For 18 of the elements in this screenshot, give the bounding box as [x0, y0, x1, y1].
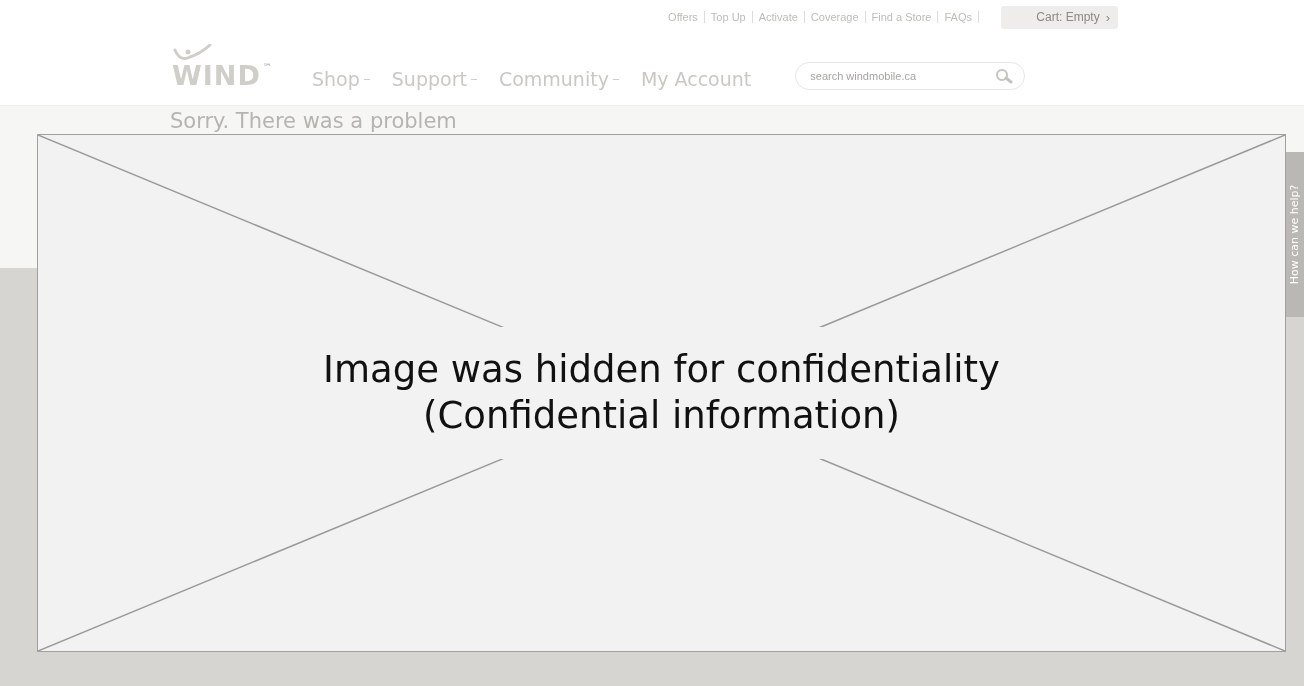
- top-link[interactable]: Activate: [752, 11, 805, 23]
- top-link[interactable]: Top Up: [704, 11, 753, 23]
- trademark-mark: ™: [262, 62, 272, 72]
- redaction-message: (Confidential information): [423, 393, 900, 439]
- nav-item[interactable]: Community: [498, 68, 619, 90]
- page-heading: Sorry. There was a problem: [170, 108, 458, 134]
- top-link[interactable]: Offers: [662, 11, 705, 23]
- redaction-message: Image was hidden for confidentiality: [323, 347, 1000, 393]
- top-link[interactable]: Coverage: [804, 11, 866, 23]
- top-link[interactable]: FAQs: [938, 11, 979, 23]
- nav-item[interactable]: My Account: [640, 68, 752, 90]
- nav-item[interactable]: Shop: [312, 68, 370, 90]
- top-link[interactable]: Find a Store: [865, 11, 939, 23]
- help-tab[interactable]: How can we help?: [1286, 152, 1304, 317]
- search-field[interactable]: search windmobile.ca: [795, 62, 1026, 90]
- wave-logo-icon: [172, 44, 212, 62]
- nav-item[interactable]: Support: [391, 68, 477, 90]
- cart-button[interactable]: Cart: Empty ›: [1001, 5, 1118, 29]
